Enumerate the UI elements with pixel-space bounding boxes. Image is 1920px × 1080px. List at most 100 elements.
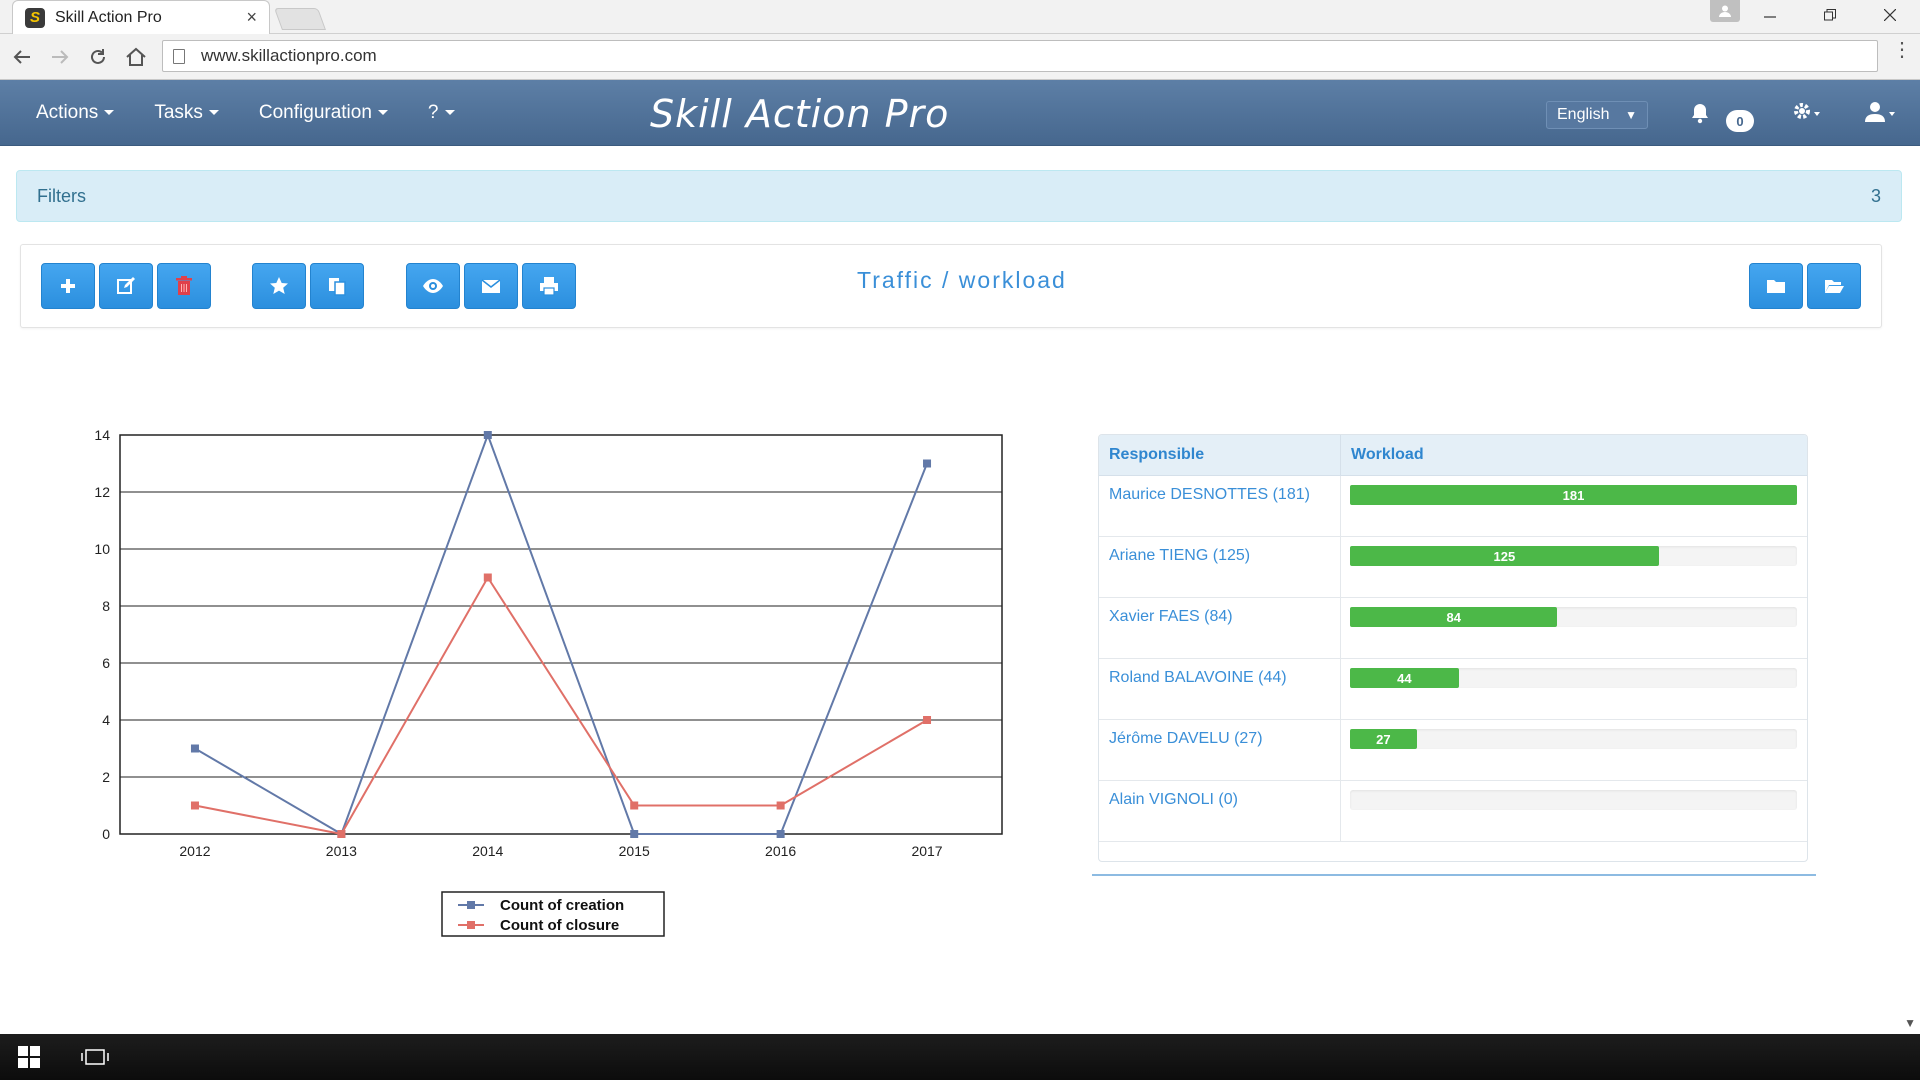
duplicate-button[interactable] (310, 263, 364, 309)
workload-bar-track: 84 (1350, 607, 1797, 627)
copy-icon (329, 278, 346, 296)
bell-icon[interactable] (1690, 102, 1712, 126)
workload-cell: 84 (1341, 598, 1807, 658)
data-point (190, 801, 199, 810)
eye-icon (423, 279, 443, 293)
add-button[interactable] (41, 263, 95, 309)
url-text: www.skillactionpro.com (201, 46, 377, 65)
brand-logo[interactable]: Skill Action Pro (650, 92, 949, 136)
workload-bar-track (1350, 790, 1797, 810)
data-point (923, 716, 932, 724)
browser-profile-icon[interactable] (1710, 0, 1740, 22)
workload-bar: 181 (1350, 485, 1797, 505)
language-select[interactable]: English ▼ (1546, 101, 1648, 129)
table-row: Ariane TIENG (125) 125 (1099, 537, 1807, 598)
restore-icon[interactable] (1800, 0, 1860, 30)
traffic-line-chart: 0 2 4 6 8 10 12 14 2012 2013 2014 2015 2016 2017 Count… (94, 427, 1003, 937)
home-icon[interactable] (122, 43, 150, 71)
workload-table-body: Maurice DESNOTTES (181) 181 Ariane TIENG (… (1099, 476, 1807, 842)
filters-panel[interactable]: Filters 3 (16, 170, 1902, 222)
tab-title: Skill Action Pro (55, 8, 162, 26)
reload-icon[interactable] (84, 43, 112, 71)
legend-marker (467, 901, 475, 909)
favorite-button[interactable] (252, 263, 306, 309)
app-navbar: Actions Tasks Configuration ? Skill Acti… (0, 80, 1920, 146)
gear-icon[interactable] (1792, 100, 1822, 131)
table-row: Xavier FAES (84) 84 (1099, 598, 1807, 659)
workload-bar-track: 181 (1350, 485, 1797, 505)
workload-cell (1341, 781, 1807, 841)
folder-open-icon (1825, 280, 1844, 293)
new-tab-button[interactable] (273, 8, 327, 30)
workload-bar: 27 (1350, 729, 1417, 749)
edit-icon (117, 277, 135, 294)
page-info-icon[interactable] (173, 48, 185, 64)
y-tick-label: 8 (102, 598, 110, 614)
workload-bar: 84 (1350, 607, 1558, 627)
close-window-icon[interactable] (1860, 0, 1920, 30)
delete-button[interactable] (157, 263, 211, 309)
workload-bar-track: 27 (1350, 729, 1797, 749)
filters-count: 3 (1870, 185, 1881, 206)
menu-tasks[interactable]: Tasks (154, 102, 219, 124)
browse-folder-button[interactable] (1807, 263, 1861, 309)
view-button[interactable] (406, 263, 460, 309)
workload-bar-track: 125 (1350, 546, 1797, 566)
responsible-link[interactable]: Ariane TIENG (125) (1099, 537, 1341, 597)
back-icon[interactable] (8, 43, 36, 71)
email-button[interactable] (464, 263, 518, 309)
column-header-responsible[interactable]: Responsible (1099, 435, 1341, 475)
notification-badge[interactable]: 0 (1726, 110, 1754, 132)
scroll-down-arrow-icon[interactable]: ▼ (1904, 1016, 1916, 1030)
menu-actions[interactable]: Actions (36, 102, 115, 124)
forward-icon[interactable] (46, 43, 74, 71)
y-tick-label: 4 (102, 712, 110, 728)
responsible-link[interactable]: Roland BALAVOINE (44) (1099, 659, 1341, 719)
caret-down-icon (208, 110, 219, 116)
caret-down-icon (104, 110, 115, 116)
data-point (483, 431, 492, 439)
envelope-icon (481, 279, 501, 293)
menu-help-label: ? (427, 102, 439, 123)
responsible-link[interactable]: Xavier FAES (84) (1099, 598, 1341, 658)
browser-menu-icon[interactable]: ⋮ (1892, 40, 1912, 60)
table-row: Maurice DESNOTTES (181) 181 (1099, 476, 1807, 537)
workload-table-header: Responsible Workload (1099, 435, 1807, 476)
task-view-icon[interactable] (80, 1047, 110, 1067)
address-toolbar: www.skillactionpro.com ⋮ (0, 34, 1920, 80)
user-icon[interactable] (1864, 100, 1898, 130)
traffic-chart: 0 2 4 6 8 10 12 14 2012 2013 2014 2015 2016 2017 Count… (60, 415, 1020, 955)
table-row: Roland BALAVOINE (44) 44 (1099, 659, 1807, 720)
y-tick-label: 0 (102, 826, 110, 842)
main-menu: Actions Tasks Configuration ? (36, 80, 455, 146)
windows-start-icon[interactable] (18, 1046, 40, 1068)
print-button[interactable] (522, 263, 576, 309)
responsible-link[interactable]: Alain VIGNOLI (0) (1099, 781, 1341, 841)
browser-tab[interactable]: S Skill Action Pro × (12, 0, 270, 34)
edit-button[interactable] (99, 263, 153, 309)
data-point (776, 830, 785, 838)
legend-label: Count of closure (500, 917, 619, 934)
workload-cell: 125 (1341, 537, 1807, 597)
trash-icon (176, 276, 192, 295)
menu-configuration[interactable]: Configuration (259, 102, 388, 124)
responsible-link[interactable]: Jérôme DAVELU (27) (1099, 720, 1341, 780)
open-folder-button[interactable] (1749, 263, 1803, 309)
column-header-workload[interactable]: Workload (1341, 435, 1424, 475)
x-tick-label: 2015 (619, 843, 650, 859)
legend-label: Count of creation (500, 897, 624, 914)
folder-icon (1767, 280, 1785, 293)
data-point (923, 459, 932, 468)
minimize-icon[interactable] (1740, 0, 1800, 30)
page-title: Traffic / workload (857, 267, 1067, 293)
data-point (337, 830, 346, 838)
address-bar[interactable]: www.skillactionpro.com (162, 40, 1878, 72)
plus-icon (61, 279, 75, 293)
data-point (630, 801, 639, 810)
menu-help[interactable]: ? (428, 102, 455, 124)
data-point (190, 744, 199, 753)
x-tick-label: 2013 (326, 843, 357, 859)
tab-close-icon[interactable]: × (246, 7, 257, 28)
workload-table: Responsible Workload Maurice DESNOTTES (… (1098, 434, 1808, 862)
responsible-link[interactable]: Maurice DESNOTTES (181) (1099, 476, 1341, 536)
